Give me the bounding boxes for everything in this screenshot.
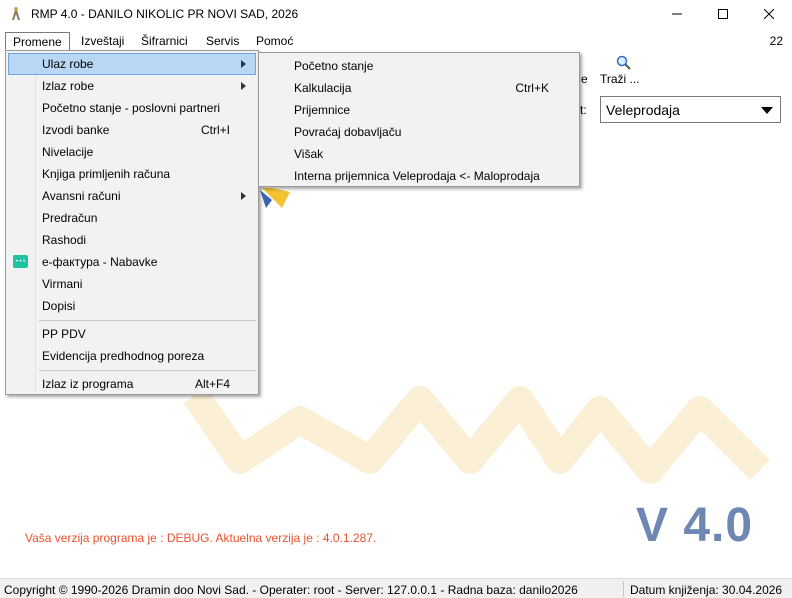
menu-item-label: Dopisi bbox=[42, 299, 76, 313]
promene-menu: Ulaz robe Izlaz robe Početno stanje - po… bbox=[5, 50, 259, 395]
submenu-item-pocetno-stanje[interactable]: Početno stanje bbox=[261, 55, 577, 77]
menu-izvestaji[interactable]: Izveštaji bbox=[74, 32, 131, 52]
submenu-arrow-icon bbox=[241, 60, 246, 68]
menu-item-izvodi-banke[interactable]: Izvodi banke Ctrl+I bbox=[8, 119, 256, 141]
search-button[interactable]: Traži ... bbox=[598, 55, 642, 87]
menu-pomoc[interactable]: Pomoć bbox=[249, 32, 300, 52]
menu-item-label: Izvodi banke bbox=[42, 123, 110, 137]
close-button[interactable] bbox=[746, 0, 792, 28]
menubar-counter: 22 bbox=[769, 34, 783, 48]
menu-item-label: Početno stanje - poslovni partneri bbox=[42, 101, 221, 115]
status-copyright: Copyright © 1990-2026 Dramin doo Novi Sa… bbox=[4, 583, 578, 597]
version-logo-text: V 4.0 bbox=[636, 499, 754, 552]
maximize-button[interactable] bbox=[700, 0, 746, 28]
status-bar: Copyright © 1990-2026 Dramin doo Novi Sa… bbox=[0, 578, 792, 598]
menu-item-avansni-racuni[interactable]: Avansni računi bbox=[8, 185, 256, 207]
menu-item-label: Prijemnice bbox=[294, 103, 351, 117]
menu-item-label: Evidencija predhodnog poreza bbox=[42, 349, 205, 363]
e-invoice-icon: ••• bbox=[13, 255, 28, 268]
menu-item-label: Rashodi bbox=[42, 233, 87, 247]
close-icon bbox=[764, 9, 774, 19]
menu-item-label: Povraćaj dobavljaču bbox=[294, 125, 402, 139]
menu-item-ulaz-robe[interactable]: Ulaz robe bbox=[8, 53, 256, 75]
search-icon bbox=[616, 55, 631, 70]
submenu-item-povracaj-dobavljacu[interactable]: Povraćaj dobavljaču bbox=[261, 121, 577, 143]
menu-item-pocetno-stanje-partneri[interactable]: Početno stanje - poslovni partneri bbox=[8, 97, 256, 119]
menu-item-label: Izlaz iz programa bbox=[42, 377, 134, 391]
submenu-item-prijemnice[interactable]: Prijemnice bbox=[261, 99, 577, 121]
ulaz-robe-submenu: Početno stanje Kalkulacija Ctrl+K Prijem… bbox=[258, 52, 580, 187]
menu-servis[interactable]: Servis bbox=[199, 32, 246, 52]
menu-item-label: Početno stanje bbox=[294, 59, 374, 73]
warehouse-select[interactable]: Veleprodaja bbox=[600, 96, 781, 123]
menu-item-rashodi[interactable]: Rashodi bbox=[8, 229, 256, 251]
menu-item-label: Knjiga primljenih računa bbox=[42, 167, 171, 181]
chevron-down-icon[interactable] bbox=[761, 107, 773, 114]
submenu-arrow-icon bbox=[241, 192, 246, 200]
menu-item-label: Kalkulacija bbox=[294, 81, 352, 95]
menu-item-label: Višak bbox=[294, 147, 324, 161]
menu-sifrarnici[interactable]: Šifrarnici bbox=[134, 32, 195, 52]
menu-item-virmani[interactable]: Virmani bbox=[8, 273, 256, 295]
menu-item-label: Predračun bbox=[42, 211, 98, 225]
menu-item-shortcut: Alt+F4 bbox=[194, 377, 230, 391]
menu-item-knjiga-primljenih-racuna[interactable]: Knjiga primljenih računa bbox=[8, 163, 256, 185]
status-posting-date: Datum knjiženja: 30.04.2026 bbox=[630, 583, 783, 597]
menu-item-izlaz-iz-programa[interactable]: Izlaz iz programa Alt+F4 bbox=[8, 373, 256, 395]
status-divider bbox=[623, 581, 624, 597]
menu-item-dopisi[interactable]: Dopisi bbox=[8, 295, 256, 317]
menu-separator bbox=[39, 320, 256, 321]
menu-item-predracun[interactable]: Predračun bbox=[8, 207, 256, 229]
combo-label: t: bbox=[580, 103, 587, 117]
menu-item-shortcut: Ctrl+I bbox=[200, 123, 230, 137]
menu-item-label: Avansni računi bbox=[42, 189, 121, 203]
menu-item-label: Interna prijemnica Veleprodaja <- Malopr… bbox=[294, 169, 540, 183]
menu-item-pp-pdv[interactable]: PP PDV bbox=[8, 323, 256, 345]
minimize-button[interactable] bbox=[654, 0, 700, 28]
maximize-icon bbox=[718, 9, 728, 19]
menu-item-evidencija-poreza[interactable]: Evidencija predhodnog poreza bbox=[8, 345, 256, 367]
menu-separator bbox=[39, 370, 256, 371]
menu-item-e-faktura-nabavke[interactable]: ••• е-фактура - Nabavke bbox=[8, 251, 256, 273]
menu-item-label: Virmani bbox=[42, 277, 83, 291]
menu-item-shortcut: Ctrl+K bbox=[515, 81, 549, 95]
window-title: RMP 4.0 - DANILO NIKOLIC PR NOVI SAD, 20… bbox=[31, 7, 299, 21]
menu-promene[interactable]: Promene bbox=[5, 32, 70, 52]
search-label: Traži ... bbox=[600, 72, 640, 86]
menu-bar: Promene Izveštaji Šifrarnici Servis Pomo… bbox=[0, 30, 792, 52]
minimize-icon bbox=[672, 13, 682, 15]
version-info: Vaša verzija programa je : DEBUG. Aktuel… bbox=[25, 531, 377, 545]
submenu-item-kalkulacija[interactable]: Kalkulacija Ctrl+K bbox=[261, 77, 577, 99]
title-bar: RMP 4.0 - DANILO NIKOLIC PR NOVI SAD, 20… bbox=[0, 0, 792, 28]
menu-item-label: е-фактура - Nabavke bbox=[42, 255, 158, 269]
submenu-item-visak[interactable]: Višak bbox=[261, 143, 577, 165]
menu-item-label: PP PDV bbox=[42, 327, 86, 341]
menu-item-izlaz-robe[interactable]: Izlaz robe bbox=[8, 75, 256, 97]
submenu-item-interna-prijemnica[interactable]: Interna prijemnica Veleprodaja <- Malopr… bbox=[261, 165, 577, 187]
submenu-arrow-icon bbox=[241, 82, 246, 90]
menu-item-label: Ulaz robe bbox=[42, 57, 94, 71]
menu-item-label: Nivelacije bbox=[42, 145, 94, 159]
menu-item-nivelacije[interactable]: Nivelacije bbox=[8, 141, 256, 163]
warehouse-select-value: Veleprodaja bbox=[606, 102, 680, 118]
menu-item-label: Izlaz robe bbox=[42, 79, 95, 93]
toolbar-partial-label[interactable]: e bbox=[581, 72, 588, 86]
app-logo-icon bbox=[12, 7, 20, 20]
